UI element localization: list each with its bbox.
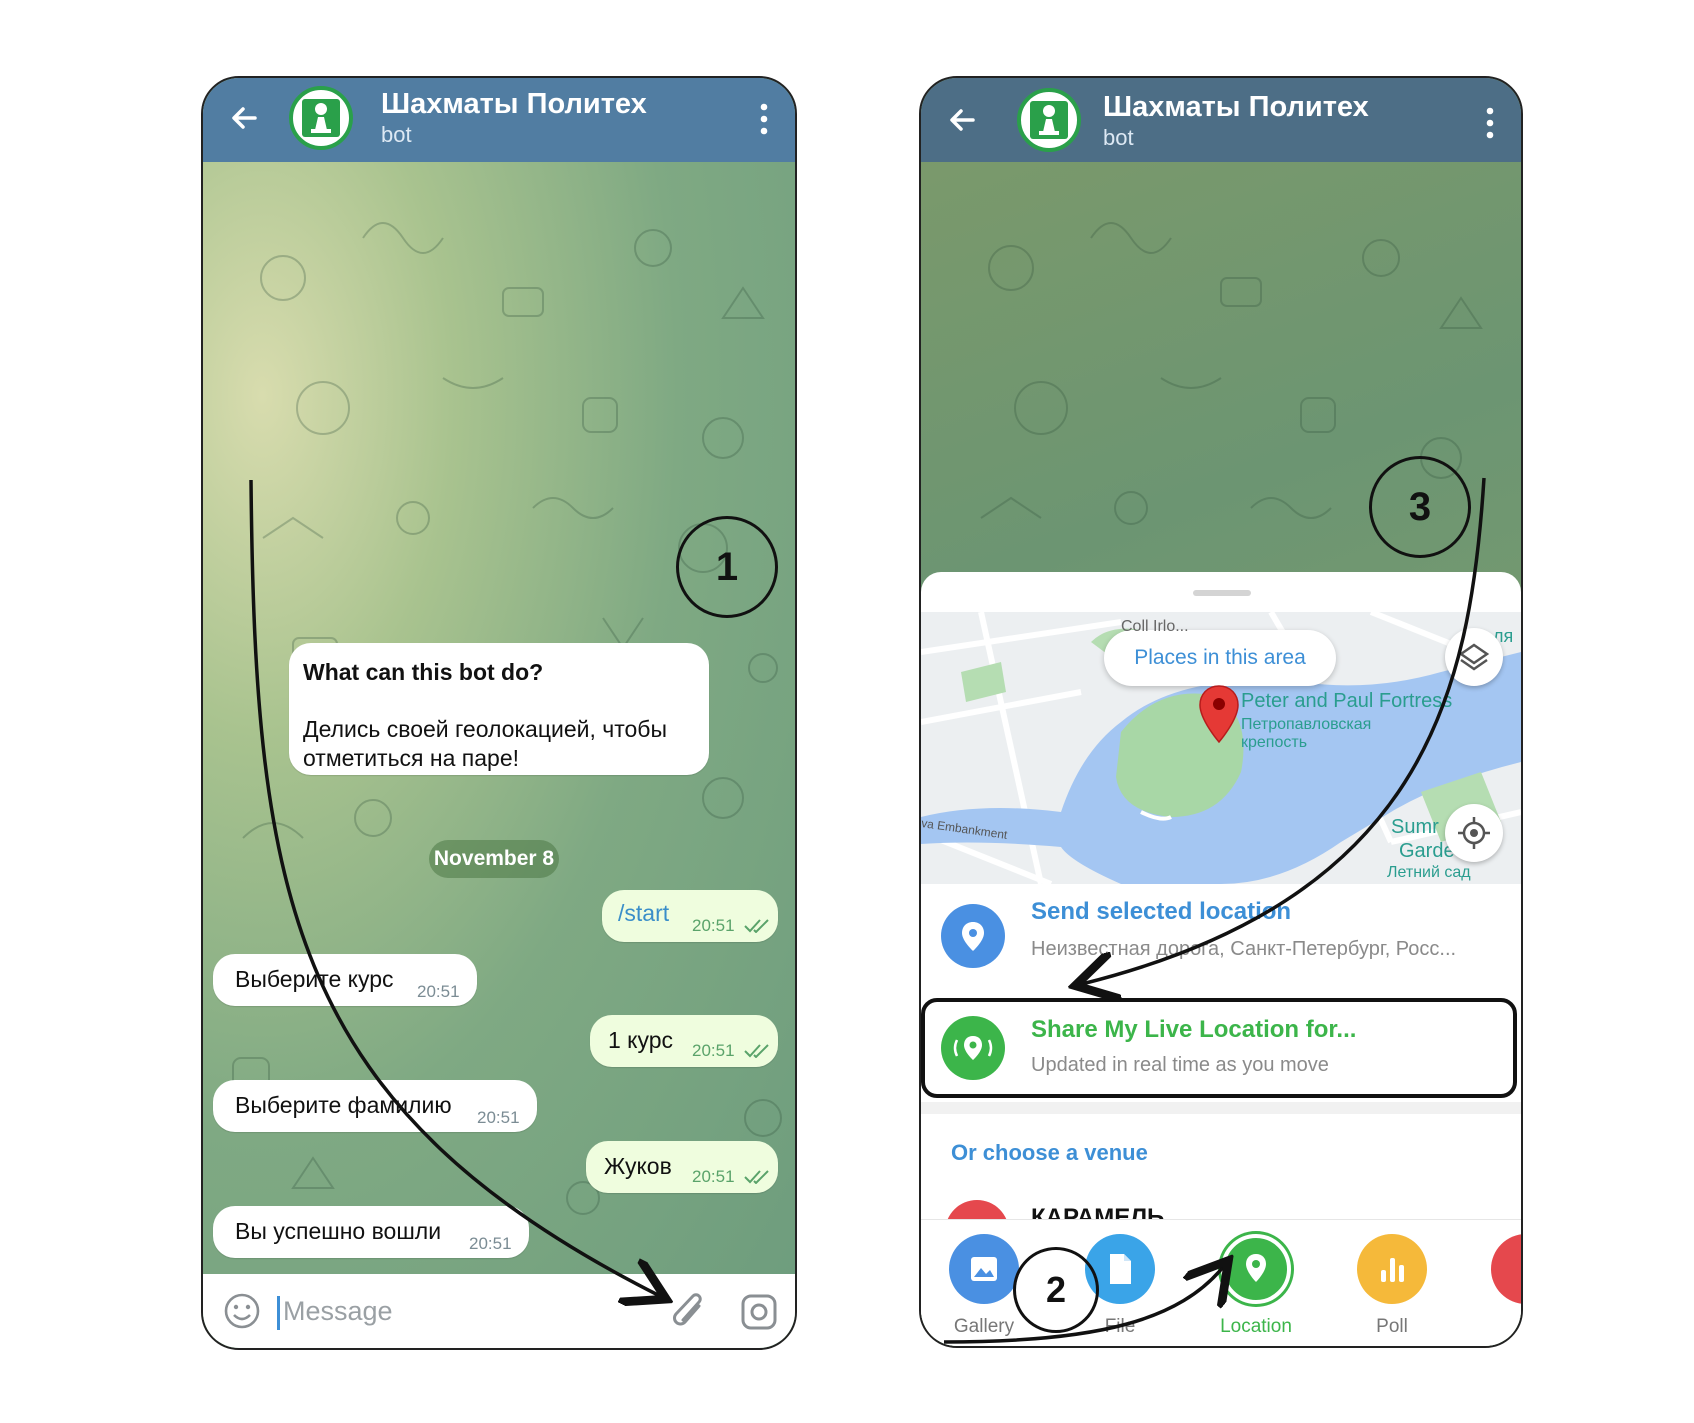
- step-number-1: 1: [676, 516, 778, 618]
- step-number-2: 2: [1013, 1247, 1099, 1333]
- step-number-3: 3: [1369, 456, 1471, 558]
- annotation-arrows: [249, 477, 1486, 1344]
